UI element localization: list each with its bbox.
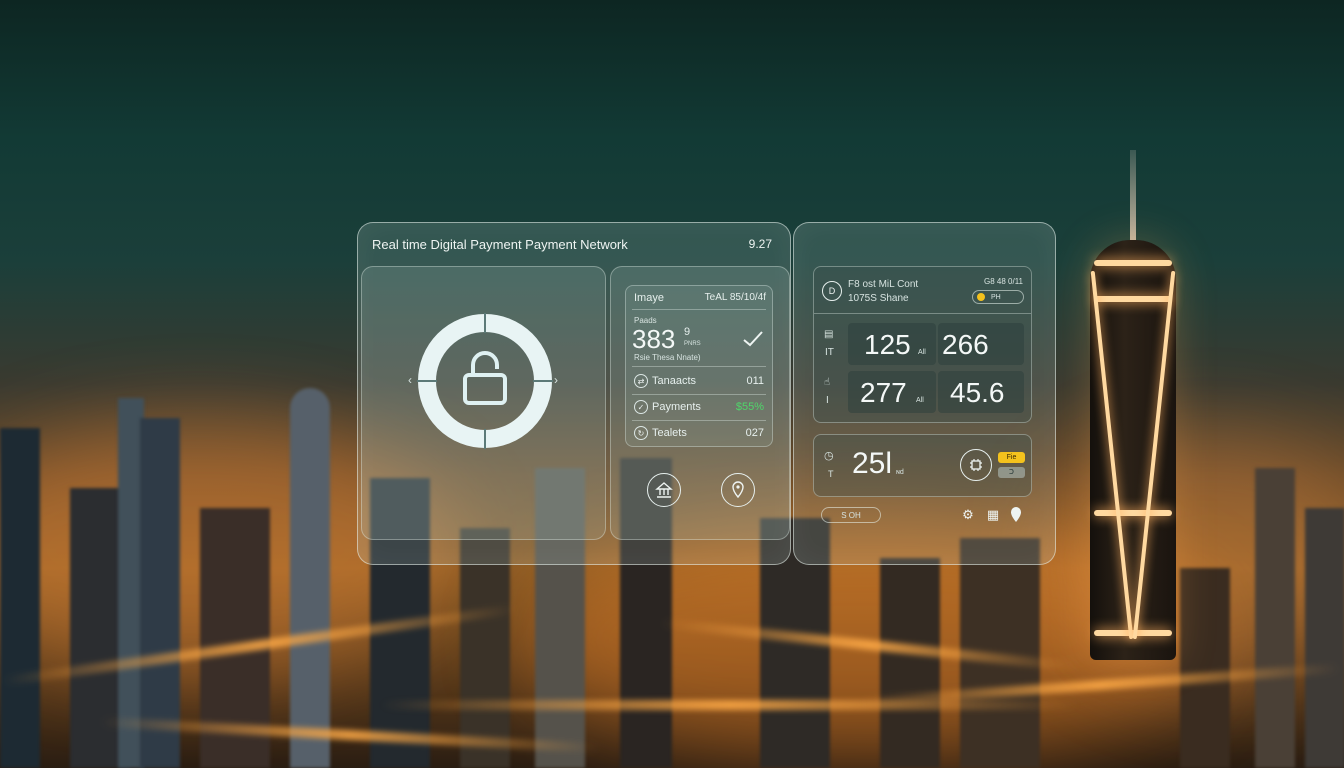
metric-tile[interactable]: 125 All xyxy=(848,323,936,365)
metrics-row-label: I xyxy=(826,395,829,406)
summary-badge-bottom: Ↄ xyxy=(998,467,1025,478)
metrics-panel: D F8 ost MiL Cont 1075S Shane G8 48 0/11… xyxy=(793,222,1056,565)
summary-side-label: T xyxy=(828,469,834,479)
stats-card: Imaye TeAL 85/10/4f Paads 383 9 PNRS Rsi… xyxy=(625,285,773,447)
stats-row-label: Tanaacts xyxy=(652,375,697,387)
lock-panel: ‹ › xyxy=(361,266,606,540)
stats-row[interactable]: ↻ Tealets 027 xyxy=(626,422,774,446)
metrics-card: D F8 ost MiL Cont 1075S Shane G8 48 0/11… xyxy=(813,266,1032,423)
metric-tile[interactable]: 45.6 xyxy=(938,371,1024,413)
stats-row-label: Tealets xyxy=(652,427,687,439)
shield-check-icon: ✓ xyxy=(634,400,648,414)
grid-icon[interactable]: ▦ xyxy=(985,507,1001,523)
chart-icon: ▤ xyxy=(824,329,834,340)
stats-row-value: $55% xyxy=(735,401,764,413)
summary-value: 25l xyxy=(852,447,893,480)
arrow-left-icon[interactable]: ‹ xyxy=(408,373,412,387)
stats-row[interactable]: ⇄ Tanaacts 011 xyxy=(626,370,774,394)
clock-icon: ◷ xyxy=(824,450,834,462)
metrics-row-label: IT xyxy=(825,347,834,358)
refresh-icon: ↻ xyxy=(634,426,648,440)
stats-big-suffix: 9 xyxy=(684,326,691,338)
summary-badge-top: Fie xyxy=(998,452,1025,463)
chip-icon[interactable] xyxy=(960,449,992,481)
metrics-top-right: G8 48 0/11 xyxy=(984,277,1023,286)
metrics-title-line1: F8 ost MiL Cont xyxy=(848,279,919,290)
stats-row-value: 011 xyxy=(746,375,764,387)
transfer-icon: ⇄ xyxy=(634,374,648,388)
location-icon[interactable] xyxy=(1008,506,1024,524)
stats-row-value: 027 xyxy=(745,427,764,439)
metrics-title-line2: 1075S Shane xyxy=(848,293,909,304)
summary-card: ◷ T 25l ɴd Fie Ↄ xyxy=(813,434,1032,497)
panel-time: 9.27 xyxy=(748,237,772,251)
stats-row-label: Payments xyxy=(652,401,701,413)
stats-row[interactable]: ✓ Payments $55% xyxy=(626,396,774,420)
hand-icon: ☝ xyxy=(824,377,831,388)
summary-button[interactable]: S OH xyxy=(821,507,881,523)
lock-icon[interactable] xyxy=(417,313,553,449)
stats-sub-caption: Rsie Thesa Nnate) xyxy=(634,353,701,362)
stats-header-left: Imaye xyxy=(634,292,664,304)
location-pin-icon[interactable] xyxy=(721,473,755,507)
metrics-pill[interactable]: PH xyxy=(972,290,1024,304)
metric-tile[interactable]: 277 All xyxy=(848,371,936,413)
summary-unit: ɴd xyxy=(896,469,904,476)
arrow-right-icon[interactable]: › xyxy=(554,373,558,387)
metrics-logo-icon: D xyxy=(822,281,842,301)
stats-header-right: TeAL 85/10/4f xyxy=(704,292,766,303)
bank-icon[interactable] xyxy=(647,473,681,507)
check-icon xyxy=(742,330,764,348)
payment-network-panel: Real time Digital Payment Payment Networ… xyxy=(357,222,791,565)
stats-big-small: PNRS xyxy=(684,341,701,347)
stats-big-value: 383 xyxy=(632,324,676,354)
metric-tile[interactable]: 266 xyxy=(938,323,1024,365)
stats-panel: Imaye TeAL 85/10/4f Paads 383 9 PNRS Rsi… xyxy=(610,266,790,540)
settings-icon[interactable]: ⚙ xyxy=(960,507,976,523)
panel-title: Real time Digital Payment Payment Networ… xyxy=(372,237,628,252)
